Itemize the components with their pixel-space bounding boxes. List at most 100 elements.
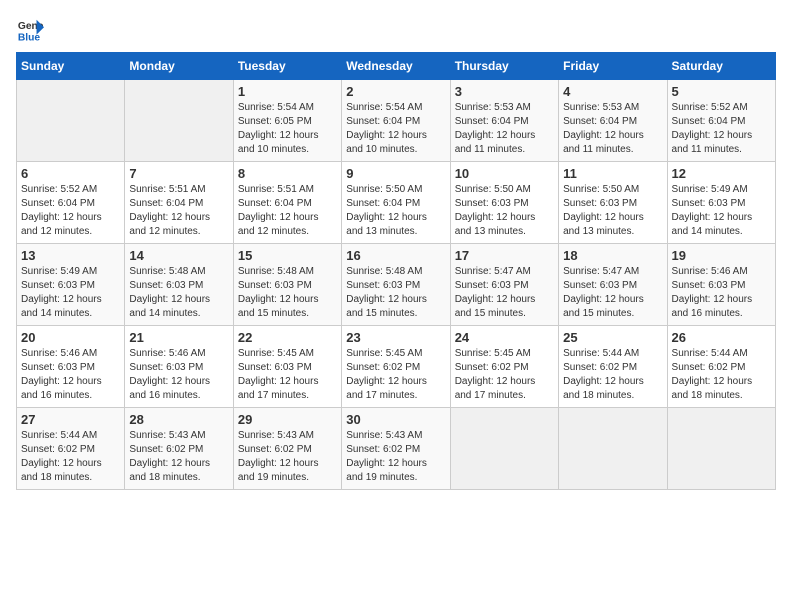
logo: General Blue [16,16,48,44]
calendar-cell: 30 Sunrise: 5:43 AM Sunset: 6:02 PM Dayli… [342,408,450,490]
calendar-cell: 5 Sunrise: 5:52 AM Sunset: 6:04 PM Daylig… [667,80,775,162]
calendar-cell: 7 Sunrise: 5:51 AM Sunset: 6:04 PM Daylig… [125,162,233,244]
day-of-week-header: Tuesday [233,53,341,80]
calendar-week-row: 13Sunrise: 5:49 AM Sunset: 6:03 PM Dayli… [17,244,776,326]
calendar-cell [125,80,233,162]
day-of-week-header: Monday [125,53,233,80]
day-info: Sunrise: 5:46 AM Sunset: 6:03 PM Dayligh… [21,347,120,403]
calendar-cell [450,408,558,490]
day-number: 22 [238,330,337,345]
calendar-header: SundayMondayTuesdayWednesdayThursdayFrid… [17,53,776,80]
calendar-cell: 6 Sunrise: 5:52 AM Sunset: 6:04 PM Daylig… [17,162,125,244]
day-number: 12 [672,166,771,181]
day-info: Sunrise: 5:48 AM Sunset: 6:03 PM Dayligh… [129,265,228,321]
calendar-week-row: 27 Sunrise: 5:44 AM Sunset: 6:02 PM Dayli… [17,408,776,490]
day-info: Sunrise: 5:47 AM Sunset: 6:03 PM Dayligh… [563,265,662,321]
day-info: Sunrise: 5:44 AM Sunset: 6:02 PM Dayligh… [672,347,771,403]
day-number: 7 [129,166,228,181]
day-info: Sunrise: 5:53 AM Sunset: 6:04 PM Dayligh… [455,101,554,157]
day-info: Sunrise: 5:52 AM Sunset: 6:04 PM Dayligh… [672,101,771,157]
day-number: 13 [21,248,120,263]
calendar-week-row: 1 Sunrise: 5:54 AM Sunset: 6:05 PM Daylig… [17,80,776,162]
day-of-week-header: Wednesday [342,53,450,80]
day-info: Sunrise: 5:48 AM Sunset: 6:03 PM Dayligh… [238,265,337,321]
day-number: 16 [346,248,445,263]
calendar-cell [667,408,775,490]
day-info: Sunrise: 5:54 AM Sunset: 6:05 PM Dayligh… [238,101,337,157]
day-number: 27 [21,412,120,427]
day-info: Sunrise: 5:43 AM Sunset: 6:02 PM Dayligh… [129,429,228,485]
day-number: 24 [455,330,554,345]
calendar-cell: 17Sunrise: 5:47 AM Sunset: 6:03 PM Dayli… [450,244,558,326]
day-info: Sunrise: 5:44 AM Sunset: 6:02 PM Dayligh… [21,429,120,485]
calendar-cell [17,80,125,162]
calendar-cell: 22 Sunrise: 5:45 AM Sunset: 6:03 PM Dayli… [233,326,341,408]
day-number: 25 [563,330,662,345]
day-number: 18 [563,248,662,263]
header: General Blue [16,16,776,44]
day-number: 20 [21,330,120,345]
day-number: 8 [238,166,337,181]
calendar-cell: 9 Sunrise: 5:50 AM Sunset: 6:04 PM Daylig… [342,162,450,244]
calendar-cell: 29Sunrise: 5:43 AM Sunset: 6:02 PM Dayli… [233,408,341,490]
calendar-cell [559,408,667,490]
calendar-cell: 16Sunrise: 5:48 AM Sunset: 6:03 PM Dayli… [342,244,450,326]
logo-icon: General Blue [16,16,44,44]
calendar-week-row: 20 Sunrise: 5:46 AM Sunset: 6:03 PM Dayli… [17,326,776,408]
day-of-week-header: Sunday [17,53,125,80]
calendar-cell: 10 Sunrise: 5:50 AM Sunset: 6:03 PM Dayli… [450,162,558,244]
calendar-table: SundayMondayTuesdayWednesdayThursdayFrid… [16,52,776,490]
calendar-cell: 26 Sunrise: 5:44 AM Sunset: 6:02 PM Dayli… [667,326,775,408]
day-number: 9 [346,166,445,181]
day-of-week-header: Saturday [667,53,775,80]
calendar-cell: 13Sunrise: 5:49 AM Sunset: 6:03 PM Dayli… [17,244,125,326]
calendar-cell: 3 Sunrise: 5:53 AM Sunset: 6:04 PM Daylig… [450,80,558,162]
day-info: Sunrise: 5:51 AM Sunset: 6:04 PM Dayligh… [129,183,228,239]
calendar-cell: 15Sunrise: 5:48 AM Sunset: 6:03 PM Dayli… [233,244,341,326]
day-info: Sunrise: 5:43 AM Sunset: 6:02 PM Dayligh… [238,429,337,485]
day-number: 19 [672,248,771,263]
day-info: Sunrise: 5:46 AM Sunset: 6:03 PM Dayligh… [672,265,771,321]
day-number: 14 [129,248,228,263]
day-info: Sunrise: 5:50 AM Sunset: 6:03 PM Dayligh… [455,183,554,239]
day-info: Sunrise: 5:45 AM Sunset: 6:03 PM Dayligh… [238,347,337,403]
day-number: 23 [346,330,445,345]
calendar-body: 1 Sunrise: 5:54 AM Sunset: 6:05 PM Daylig… [17,80,776,490]
day-of-week-header: Friday [559,53,667,80]
calendar-cell: 28 Sunrise: 5:43 AM Sunset: 6:02 PM Dayli… [125,408,233,490]
day-info: Sunrise: 5:45 AM Sunset: 6:02 PM Dayligh… [455,347,554,403]
day-number: 2 [346,84,445,99]
day-number: 1 [238,84,337,99]
day-number: 5 [672,84,771,99]
calendar-cell: 2Sunrise: 5:54 AM Sunset: 6:04 PM Daylig… [342,80,450,162]
calendar-cell: 23Sunrise: 5:45 AM Sunset: 6:02 PM Dayli… [342,326,450,408]
calendar-cell: 14 Sunrise: 5:48 AM Sunset: 6:03 PM Dayli… [125,244,233,326]
calendar-cell: 1 Sunrise: 5:54 AM Sunset: 6:05 PM Daylig… [233,80,341,162]
calendar-cell: 12 Sunrise: 5:49 AM Sunset: 6:03 PM Dayli… [667,162,775,244]
day-number: 28 [129,412,228,427]
day-number: 26 [672,330,771,345]
day-info: Sunrise: 5:43 AM Sunset: 6:02 PM Dayligh… [346,429,445,485]
day-number: 3 [455,84,554,99]
day-info: Sunrise: 5:49 AM Sunset: 6:03 PM Dayligh… [672,183,771,239]
day-number: 11 [563,166,662,181]
day-info: Sunrise: 5:50 AM Sunset: 6:03 PM Dayligh… [563,183,662,239]
calendar-cell: 21Sunrise: 5:46 AM Sunset: 6:03 PM Dayli… [125,326,233,408]
calendar-cell: 24 Sunrise: 5:45 AM Sunset: 6:02 PM Dayli… [450,326,558,408]
day-info: Sunrise: 5:44 AM Sunset: 6:02 PM Dayligh… [563,347,662,403]
day-info: Sunrise: 5:50 AM Sunset: 6:04 PM Dayligh… [346,183,445,239]
day-number: 6 [21,166,120,181]
day-info: Sunrise: 5:53 AM Sunset: 6:04 PM Dayligh… [563,101,662,157]
day-number: 30 [346,412,445,427]
day-info: Sunrise: 5:51 AM Sunset: 6:04 PM Dayligh… [238,183,337,239]
day-info: Sunrise: 5:52 AM Sunset: 6:04 PM Dayligh… [21,183,120,239]
calendar-cell: 8 Sunrise: 5:51 AM Sunset: 6:04 PM Daylig… [233,162,341,244]
calendar-week-row: 6 Sunrise: 5:52 AM Sunset: 6:04 PM Daylig… [17,162,776,244]
calendar-cell: 19 Sunrise: 5:46 AM Sunset: 6:03 PM Dayli… [667,244,775,326]
calendar-cell: 25 Sunrise: 5:44 AM Sunset: 6:02 PM Dayli… [559,326,667,408]
day-of-week-header: Thursday [450,53,558,80]
calendar-cell: 11 Sunrise: 5:50 AM Sunset: 6:03 PM Dayli… [559,162,667,244]
day-info: Sunrise: 5:46 AM Sunset: 6:03 PM Dayligh… [129,347,228,403]
day-number: 4 [563,84,662,99]
day-number: 10 [455,166,554,181]
